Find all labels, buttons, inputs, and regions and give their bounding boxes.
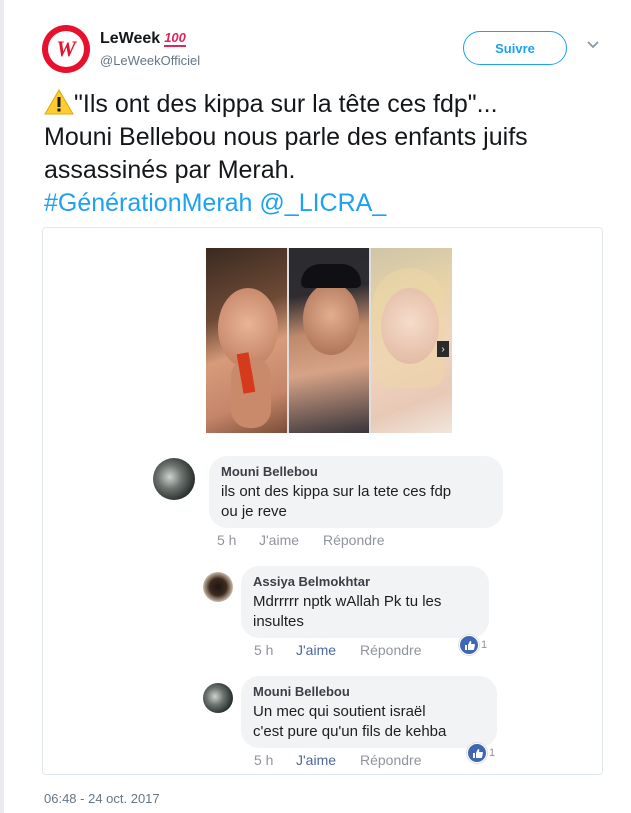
- comment-bubble: Mouni Bellebou ils ont des kippa sur la …: [209, 456, 503, 528]
- comment-text-line: ils ont des kippa sur la tete ces fdp: [221, 483, 452, 500]
- comment-bubble: Mouni Bellebou Un mec qui soutient israë…: [241, 676, 497, 748]
- reaction-number: 1: [489, 747, 496, 759]
- hundred-points-emoji-icon: 100: [164, 30, 186, 47]
- like-link[interactable]: J'aime: [259, 532, 323, 548]
- comment-author[interactable]: Assiya Belmokhtar: [253, 574, 477, 590]
- reply-link[interactable]: Répondre: [360, 642, 422, 658]
- comment-avatar[interactable]: [203, 683, 233, 713]
- warning-icon: [44, 89, 74, 115]
- hashtag-link[interactable]: #GénérationMerah: [44, 189, 252, 217]
- reply-link[interactable]: Répondre: [360, 752, 422, 768]
- mention-link[interactable]: @_LICRA_: [259, 189, 386, 217]
- author-name-text: LeWeek: [100, 30, 161, 47]
- comment-text-line: Mdrrrrr nptk wAllah Pk tu les: [253, 593, 442, 610]
- comment-author[interactable]: Mouni Bellebou: [221, 464, 491, 480]
- avatar-letter: W: [56, 36, 76, 61]
- tweet-line-1: "Ils ont des kippa sur la tête ces fdp".…: [74, 90, 498, 118]
- reply-link[interactable]: Répondre: [323, 532, 385, 548]
- photo-child-1: [206, 248, 287, 433]
- comment-text-line: c'est pure qu'un fils de kehba: [253, 723, 447, 740]
- thumbs-up-icon: [459, 635, 479, 655]
- reaction-count[interactable]: 1: [467, 743, 495, 763]
- comment-meta: 5 h J'aime Répondre: [254, 752, 422, 768]
- next-arrow-icon[interactable]: ›: [437, 341, 449, 357]
- left-edge-strip: [0, 0, 4, 813]
- comment-text-line: ou je reve: [221, 503, 287, 520]
- like-link[interactable]: J'aime: [296, 642, 360, 658]
- follow-button[interactable]: Suivre: [463, 31, 567, 65]
- reaction-number: 1: [481, 639, 488, 651]
- tweet-text: "Ils ont des kippa sur la tête ces fdp".…: [44, 88, 604, 220]
- comment-author[interactable]: Mouni Bellebou: [253, 684, 485, 700]
- chevron-down-icon[interactable]: [586, 40, 600, 50]
- photo-child-2: [288, 248, 370, 433]
- thumbs-up-icon: [467, 743, 487, 763]
- comment-time: 5 h: [254, 642, 274, 658]
- comment-text-line: Un mec qui soutient israël: [253, 703, 426, 720]
- tweet-timestamp[interactable]: 06:48 - 24 oct. 2017: [44, 791, 160, 806]
- tweet-line-3: assassinés par Merah.: [44, 156, 296, 184]
- comment-bubble: Assiya Belmokhtar Mdrrrrr nptk wAllah Pk…: [241, 566, 489, 638]
- tweet-line-2: Mouni Bellebou nous parle des enfants ju…: [44, 123, 528, 151]
- comment-time: 5 h: [254, 752, 274, 768]
- author-display-name[interactable]: LeWeek 100: [100, 30, 186, 48]
- like-link[interactable]: J'aime: [296, 752, 360, 768]
- author-handle[interactable]: @LeWeekOfficiel: [100, 53, 200, 68]
- media-card[interactable]: › Mouni Bellebou ils ont des kippa sur l…: [42, 227, 603, 775]
- reaction-count[interactable]: 1: [459, 635, 487, 655]
- comment-time: 5 h: [217, 532, 237, 548]
- avatar-logo: W: [48, 31, 84, 67]
- comment-text-line: insultes: [253, 613, 304, 630]
- comment-avatar[interactable]: [153, 458, 195, 500]
- photo-strip: [206, 248, 453, 433]
- comment-meta: 5 h J'aime Répondre: [254, 642, 422, 658]
- comment-avatar[interactable]: [203, 572, 233, 602]
- comment-meta: 5 h J'aime Répondre: [217, 532, 385, 548]
- author-avatar[interactable]: W: [42, 25, 90, 73]
